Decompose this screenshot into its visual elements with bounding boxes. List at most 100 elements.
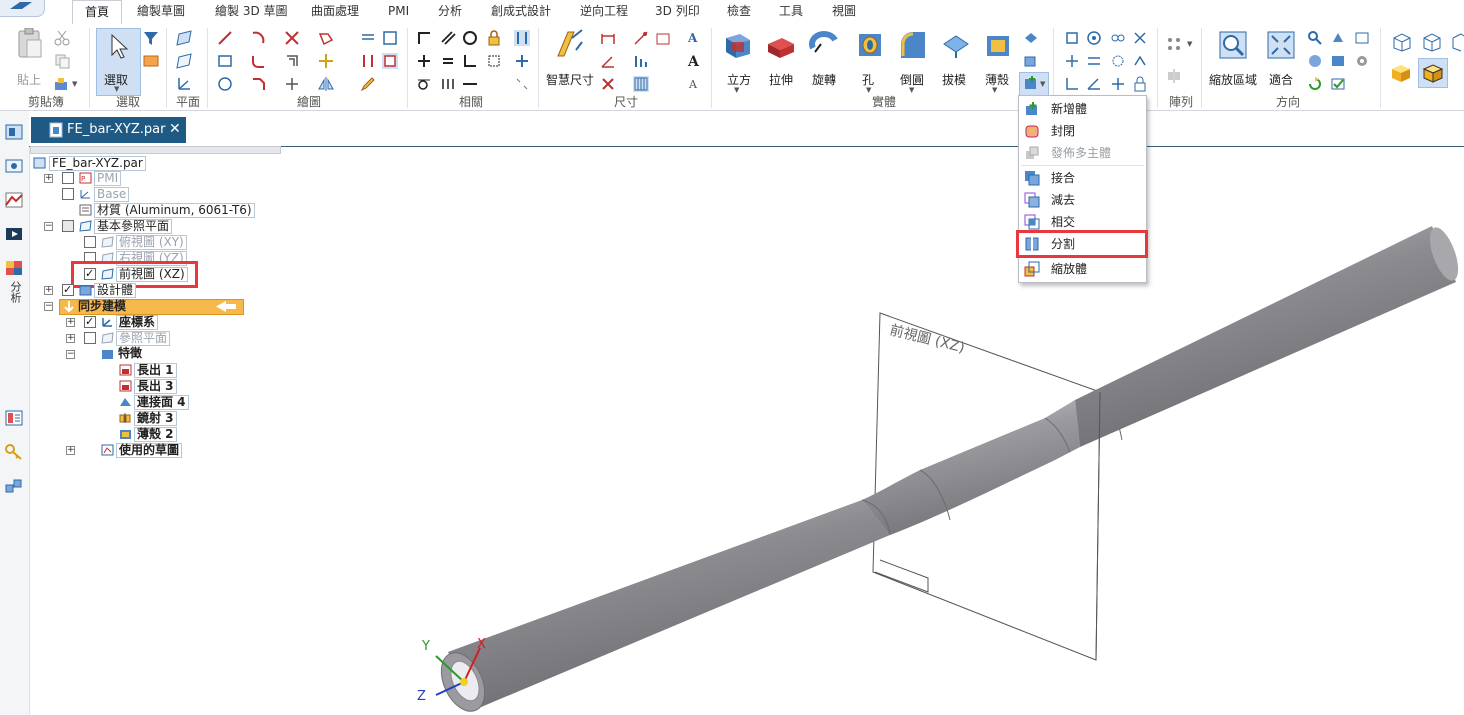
round-icon[interactable]: [897, 30, 927, 60]
offset-icon[interactable]: [284, 53, 300, 69]
menu-item-union[interactable]: 接合: [1019, 167, 1146, 189]
cut-icon[interactable]: [54, 30, 70, 46]
look-at-icon[interactable]: [1330, 53, 1346, 69]
lock-icon[interactable]: [486, 30, 502, 46]
fill-icon[interactable]: [318, 30, 334, 46]
shaded-cube-icon[interactable]: [1390, 62, 1412, 84]
key-icon[interactable]: [4, 443, 24, 461]
convert-icon[interactable]: [360, 53, 376, 69]
application-button[interactable]: [0, 0, 45, 17]
sketch-view-icon[interactable]: [382, 53, 398, 69]
tab-view[interactable]: 視圖: [832, 0, 856, 23]
face-lock-icon[interactable]: [1132, 76, 1148, 92]
distance-between-icon[interactable]: [600, 30, 616, 46]
expand-plus-icon[interactable]: +: [44, 174, 53, 183]
expand-plus-icon[interactable]: +: [66, 446, 75, 455]
menu-item-publish-multibody[interactable]: 發佈多主體: [1019, 142, 1146, 164]
parallel-face-icon[interactable]: [1086, 53, 1102, 69]
rigid-set-icon[interactable]: [486, 53, 502, 69]
coordinate-system-icon[interactable]: [176, 76, 192, 92]
analysis-tab-label[interactable]: 分析: [7, 281, 23, 303]
concentric-face-icon[interactable]: [1086, 30, 1102, 46]
thicken-icon[interactable]: [1023, 30, 1039, 46]
layers-icon[interactable]: [4, 157, 24, 175]
aligned-holes-icon[interactable]: [1110, 30, 1126, 46]
text-style-icon[interactable]: A: [686, 30, 702, 46]
symmetric-diameter-icon[interactable]: [633, 30, 649, 46]
top-view-checkbox[interactable]: [84, 236, 96, 248]
menu-item-scale-body[interactable]: 縮放體: [1019, 258, 1146, 280]
design-body-checkbox[interactable]: [62, 282, 74, 297]
thin-wall-icon[interactable]: [983, 30, 1013, 60]
maintain-relations-icon[interactable]: [514, 53, 530, 69]
copy-icon[interactable]: [54, 53, 70, 69]
3d-viewport[interactable]: 前視圖 (XZ) Y X Z: [280, 146, 1464, 715]
select-options-icon[interactable]: [143, 53, 159, 69]
format-painter-icon[interactable]: [54, 76, 70, 92]
mirror-icon[interactable]: [318, 76, 334, 92]
dimension-style-icon[interactable]: [633, 76, 649, 92]
view-window-icon[interactable]: [1354, 30, 1370, 46]
tab-reverse[interactable]: 逆向工程: [580, 0, 628, 23]
expand-plus-icon[interactable]: +: [66, 318, 75, 327]
hole-icon[interactable]: [855, 30, 885, 60]
connect-icon[interactable]: [416, 30, 432, 46]
tab-inspect[interactable]: 分析: [438, 0, 462, 23]
tangent-icon[interactable]: [416, 76, 432, 92]
menu-item-enclose[interactable]: 封閉: [1019, 120, 1146, 142]
face-relate-icon[interactable]: [1064, 30, 1080, 46]
tree-item-sync-model[interactable]: − 同步建模: [44, 299, 244, 315]
line-icon[interactable]: [217, 30, 233, 46]
rectangle-icon[interactable]: [217, 53, 233, 69]
angle-face-icon[interactable]: [1086, 76, 1102, 92]
menu-item-subtract[interactable]: 減去: [1019, 189, 1146, 211]
collapse-minus-icon[interactable]: −: [44, 222, 53, 231]
rotate-icon[interactable]: [1307, 53, 1323, 69]
project-icon[interactable]: [360, 30, 376, 46]
tab-generative[interactable]: 創成式設計: [491, 0, 551, 23]
shaded-edges-button[interactable]: [1418, 58, 1448, 88]
ground-icon[interactable]: [1110, 76, 1126, 92]
gear-icon[interactable]: [1354, 53, 1370, 69]
concentric-icon[interactable]: [462, 30, 478, 46]
zoom-icon[interactable]: [1307, 30, 1323, 46]
family-parts-icon[interactable]: [4, 477, 24, 495]
circle-icon[interactable]: [217, 76, 233, 92]
move-icon[interactable]: [318, 53, 334, 69]
add-body-dropdown-button[interactable]: ▼: [1019, 72, 1049, 96]
arc-icon[interactable]: [250, 30, 266, 46]
tab-sketch[interactable]: 繪製草圖: [137, 0, 185, 23]
tab-pmi[interactable]: PMI: [388, 0, 409, 23]
zoom-area-icon[interactable]: [1218, 30, 1248, 60]
collapse-minus-icon[interactable]: −: [44, 302, 53, 311]
include-icon[interactable]: [382, 30, 398, 46]
coplanar-icon[interactable]: [1064, 53, 1080, 69]
draft-icon[interactable]: [940, 30, 970, 60]
expand-plus-icon[interactable]: +: [44, 286, 53, 295]
library-icon[interactable]: [4, 409, 24, 427]
pmi-checkbox[interactable]: [62, 172, 74, 184]
symmetric-face-icon[interactable]: [1132, 30, 1148, 46]
symmetric-icon[interactable]: [440, 76, 456, 92]
plane-icon[interactable]: [176, 30, 192, 46]
horizontal-vertical-icon[interactable]: [462, 53, 478, 69]
pattern-icon[interactable]: [1166, 36, 1182, 52]
tab-3d-sketch[interactable]: 繪製 3D 草圖: [215, 0, 288, 23]
smart-dimension-icon[interactable]: [554, 28, 584, 60]
mirror-body-icon[interactable]: [1166, 68, 1182, 84]
perpendicular-icon[interactable]: [416, 53, 432, 69]
select-button[interactable]: 選取 ▼: [96, 28, 141, 96]
annotation-icon[interactable]: A: [686, 76, 702, 92]
video-icon[interactable]: [4, 225, 24, 243]
coordinate-dimension-icon[interactable]: [600, 76, 616, 92]
spin-about-icon[interactable]: [1307, 76, 1323, 92]
offset-body-icon[interactable]: [1023, 53, 1039, 69]
tab-tools[interactable]: 工具: [779, 0, 803, 23]
pencil-icon[interactable]: [360, 76, 376, 92]
collapse-minus-icon[interactable]: −: [66, 350, 75, 359]
analysis-icon[interactable]: [4, 259, 24, 277]
sketch-view-check-icon[interactable]: [1330, 76, 1346, 92]
selection-filter-icon[interactable]: [143, 30, 159, 46]
perpendicular-face-icon[interactable]: [1064, 76, 1080, 92]
rollback-arrow-icon[interactable]: [216, 301, 236, 312]
